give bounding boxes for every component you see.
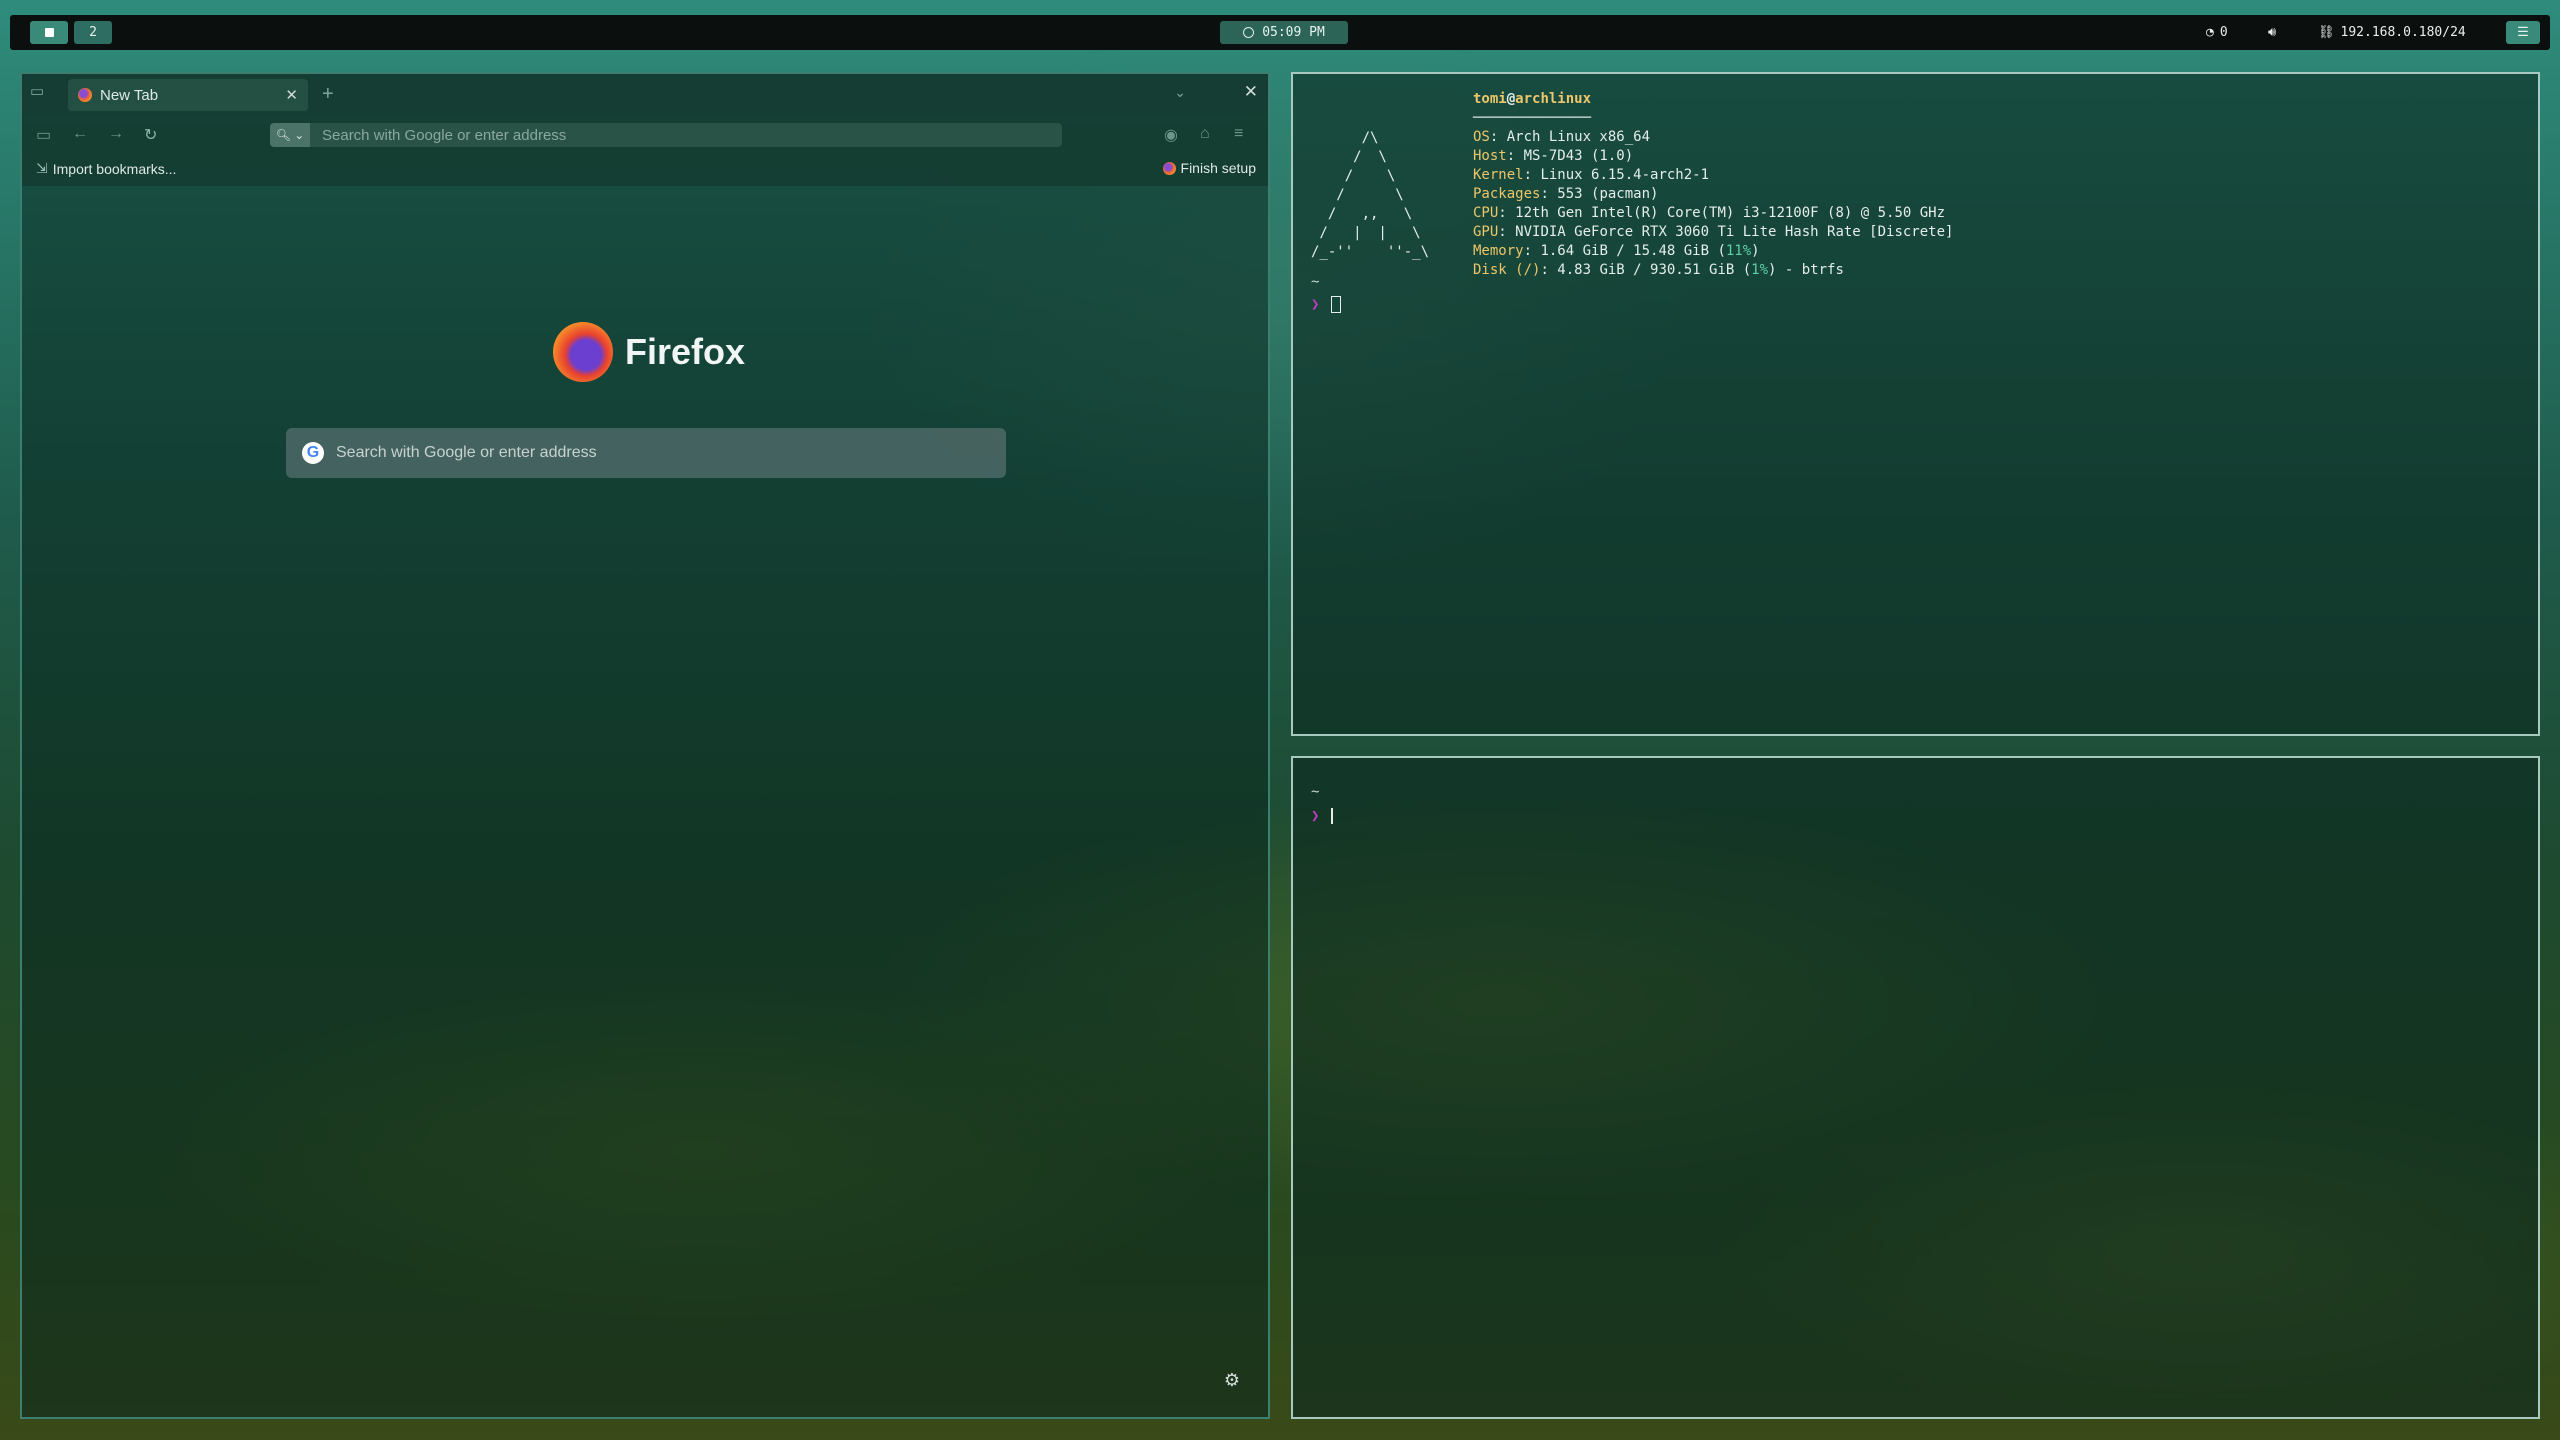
info-memory: Memory: 1.64 GiB / 15.48 GiB (11%)	[1473, 243, 1760, 259]
volume-indicator[interactable]: 🔊︎	[2268, 21, 2276, 44]
menu-icon: ☰	[2517, 25, 2529, 40]
workspace-1-button[interactable]	[30, 21, 68, 44]
tab-new-tab[interactable]: New Tab ✕	[68, 79, 308, 111]
network-indicator[interactable]: ⛓ 192.168.0.180/24	[2318, 21, 2466, 44]
workspace-active-icon	[44, 28, 54, 37]
tab-bar: ▭ New Tab ✕ + ⌄ ✕	[22, 74, 1268, 116]
info-separator: ──────────────	[1473, 110, 1592, 126]
reload-icon[interactable]: ↻	[144, 125, 157, 145]
menu-button[interactable]: ☰	[2506, 21, 2540, 44]
firefox-favicon-icon	[78, 88, 92, 102]
url-bar[interactable]: 🔍︎ ⌄ Search with Google or enter address	[270, 123, 1062, 147]
newtab-search-input[interactable]: G Search with Google or enter address	[286, 428, 1006, 478]
gear-icon[interactable]: ⚙	[1224, 1370, 1240, 1391]
terminal-empty[interactable]: ~ ❯	[1291, 756, 2540, 1419]
hamburger-menu-icon[interactable]: ≡	[1234, 125, 1243, 143]
import-icon: ⇲	[36, 160, 48, 176]
firefox-logo: Firefox	[553, 322, 745, 382]
import-bookmarks-label: Import bookmarks...	[52, 160, 177, 177]
clock-time: 05:09 PM	[1262, 25, 1325, 40]
search-placeholder: Search with Google or enter address	[336, 444, 597, 461]
import-bookmarks-button[interactable]: ⇲ Import bookmarks...	[36, 160, 176, 177]
finish-setup-button[interactable]: Finish setup	[1162, 160, 1256, 176]
url-placeholder: Search with Google or enter address	[322, 126, 567, 144]
prompt-line[interactable]: ❯	[1311, 808, 1334, 824]
notification-indicator[interactable]: ◔ 0	[2206, 21, 2228, 44]
extensions-icon[interactable]: ⌂	[1200, 125, 1210, 143]
prompt-cwd: ~	[1311, 784, 1320, 800]
bell-icon: ◔	[2206, 25, 2214, 40]
clock[interactable]: 05:09 PM	[1220, 21, 1348, 44]
info-packages: Packages: 553 (pacman)	[1473, 186, 1659, 202]
firefox-window: ▭ New Tab ✕ + ⌄ ✕ ▭ ← → ↻ 🔍︎ ⌄ Search wi…	[20, 72, 1270, 1419]
firefox-logo-icon	[553, 322, 613, 382]
top-bar: 2 05:09 PM ◔ 0 🔊︎ ⛓ 192.168.0.180/24 ☰	[10, 15, 2550, 50]
finish-setup-label: Finish setup	[1180, 160, 1256, 176]
forward-arrow-icon[interactable]: →	[108, 125, 124, 143]
notification-count: 0	[2219, 25, 2228, 40]
prompt-cwd: ~	[1311, 274, 1320, 290]
cursor	[1331, 808, 1334, 824]
user-host: tomi@archlinux	[1473, 91, 1592, 107]
new-tab-button[interactable]: +	[322, 83, 334, 106]
prompt-line[interactable]: ❯	[1311, 296, 1342, 313]
search-engine-selector[interactable]: 🔍︎ ⌄	[270, 123, 310, 147]
info-host: Host: MS-7D43 (1.0)	[1473, 148, 1634, 164]
clock-icon	[1243, 27, 1255, 38]
sidebar-icon[interactable]: ▭	[36, 125, 51, 145]
close-tab-icon[interactable]: ✕	[285, 86, 298, 104]
link-icon: ⛓	[2318, 25, 2335, 40]
info-kernel: Kernel: Linux 6.15.4-arch2-1	[1473, 167, 1710, 183]
info-os: OS: Arch Linux x86_64	[1473, 129, 1651, 145]
network-address: 192.168.0.180/24	[2340, 25, 2466, 40]
account-icon[interactable]: ◉	[1164, 125, 1178, 145]
firefox-view-icon[interactable]: ▭	[30, 82, 44, 100]
list-tabs-chevron-icon[interactable]: ⌄	[1174, 84, 1186, 101]
info-cpu: CPU: 12th Gen Intel(R) Core(TM) i3-12100…	[1473, 205, 1946, 221]
speaker-icon: 🔊︎	[2268, 25, 2277, 40]
navigation-toolbar: ▭ ← → ↻ 🔍︎ ⌄ Search with Google or enter…	[22, 116, 1268, 152]
back-arrow-icon[interactable]: ←	[72, 125, 88, 143]
firefox-wordmark: Firefox	[625, 331, 746, 372]
workspace-2-button[interactable]: 2	[74, 21, 112, 44]
tab-title: New Tab	[100, 86, 159, 104]
info-disk: Disk (/): 4.83 GiB / 930.51 GiB (1%) - b…	[1473, 262, 1844, 278]
system-info: tomi@archlinux ────────────── OS: Arch L…	[1473, 90, 1953, 280]
bookmarks-toolbar: ⇲ Import bookmarks... Finish setup	[22, 152, 1268, 186]
firefox-favicon-icon	[1162, 161, 1176, 175]
terminal-fastfetch[interactable]: /\ / \ / \ / \ / ,, \ / | | \ /_-'' ''-_…	[1291, 72, 2540, 736]
cursor	[1331, 296, 1342, 313]
info-gpu: GPU: NVIDIA GeForce RTX 3060 Ti Lite Has…	[1473, 224, 1954, 240]
google-icon: G	[302, 442, 324, 464]
close-window-icon[interactable]: ✕	[1244, 82, 1258, 102]
arch-ascii-logo: /\ / \ / \ / \ / ,, \ / | | \ /_-'' ''-_…	[1311, 130, 1430, 260]
